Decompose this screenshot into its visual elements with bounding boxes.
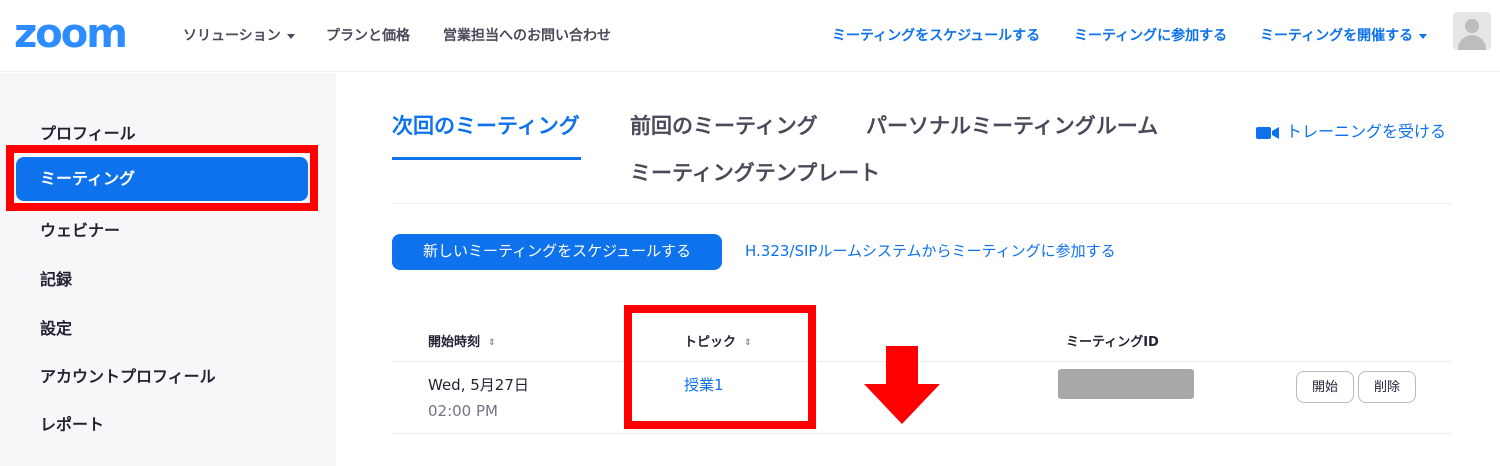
tab-previous-meetings[interactable]: 前回のミーティング bbox=[630, 110, 818, 140]
tab-upcoming-meetings[interactable]: 次回のミーティング bbox=[392, 110, 580, 140]
nav-host-meeting-label: ミーティングを開催する bbox=[1260, 28, 1414, 44]
nav-host-meeting[interactable]: ミーティングを開催する bbox=[1260, 25, 1428, 45]
highlight-box-topic bbox=[624, 305, 816, 429]
nav-join-meeting[interactable]: ミーティングに参加する bbox=[1074, 25, 1227, 45]
arrow-down-icon bbox=[864, 346, 940, 424]
column-header-start-time-label: 開始時刻 bbox=[428, 335, 481, 350]
nav-solutions[interactable]: ソリューション bbox=[183, 25, 295, 45]
delete-meeting-button[interactable]: 削除 bbox=[1358, 371, 1416, 403]
video-camera-icon bbox=[1256, 126, 1279, 139]
column-header-start-time[interactable]: 開始時刻 ⇕ bbox=[428, 331, 496, 350]
chevron-down-icon bbox=[1419, 33, 1428, 39]
highlight-box-sidebar bbox=[6, 145, 318, 211]
training-link-label: トレーニングを受ける bbox=[1286, 122, 1447, 141]
nav-plans-pricing[interactable]: プランと価格 bbox=[326, 25, 410, 45]
table-divider bbox=[392, 433, 1452, 434]
h323-sip-join-link[interactable]: H.323/SIPルームシステムからミーティングに参加する bbox=[745, 240, 1116, 261]
nav-solutions-label: ソリューション bbox=[183, 28, 281, 44]
sort-icon: ⇕ bbox=[488, 337, 496, 348]
active-tab-indicator bbox=[392, 157, 581, 160]
sidebar: プロフィール ミーティング ウェビナー 記録 設定 アカウントプロフィール レポ… bbox=[0, 73, 336, 466]
user-avatar-icon[interactable] bbox=[1453, 12, 1491, 50]
column-header-meeting-id: ミーティングID bbox=[1066, 335, 1159, 350]
meeting-time: 02:00 PM bbox=[428, 402, 498, 420]
sidebar-item-account-profile[interactable]: アカウントプロフィール bbox=[40, 363, 216, 387]
meeting-id-masked bbox=[1058, 369, 1194, 399]
sidebar-item-recordings[interactable]: 記録 bbox=[40, 266, 72, 290]
tab-meeting-templates[interactable]: ミーティングテンプレート bbox=[630, 157, 880, 187]
schedule-new-meeting-button[interactable]: 新しいミーティングをスケジュールする bbox=[392, 234, 722, 270]
top-header: zoom ソリューション プランと価格 営業担当へのお問い合わせ ミーティングを… bbox=[0, 0, 1500, 72]
meeting-date: Wed, 5月27日 bbox=[428, 376, 529, 394]
nav-contact-sales[interactable]: 営業担当へのお問い合わせ bbox=[443, 25, 611, 45]
sidebar-item-reports[interactable]: レポート bbox=[40, 411, 104, 435]
sidebar-item-profile[interactable]: プロフィール bbox=[40, 120, 136, 144]
nav-schedule-meeting[interactable]: ミーティングをスケジュールする bbox=[832, 25, 1040, 45]
training-link[interactable]: トレーニングを受ける bbox=[1256, 118, 1446, 142]
tab-personal-meeting-room[interactable]: パーソナルミーティングルーム bbox=[866, 110, 1158, 140]
zoom-logo[interactable]: zoom bbox=[14, 14, 128, 54]
chevron-down-icon bbox=[286, 33, 295, 39]
sidebar-item-settings[interactable]: 設定 bbox=[40, 315, 72, 339]
sidebar-item-webinars[interactable]: ウェビナー bbox=[40, 217, 120, 241]
start-meeting-button[interactable]: 開始 bbox=[1296, 371, 1354, 403]
tabs-divider bbox=[392, 203, 1452, 204]
